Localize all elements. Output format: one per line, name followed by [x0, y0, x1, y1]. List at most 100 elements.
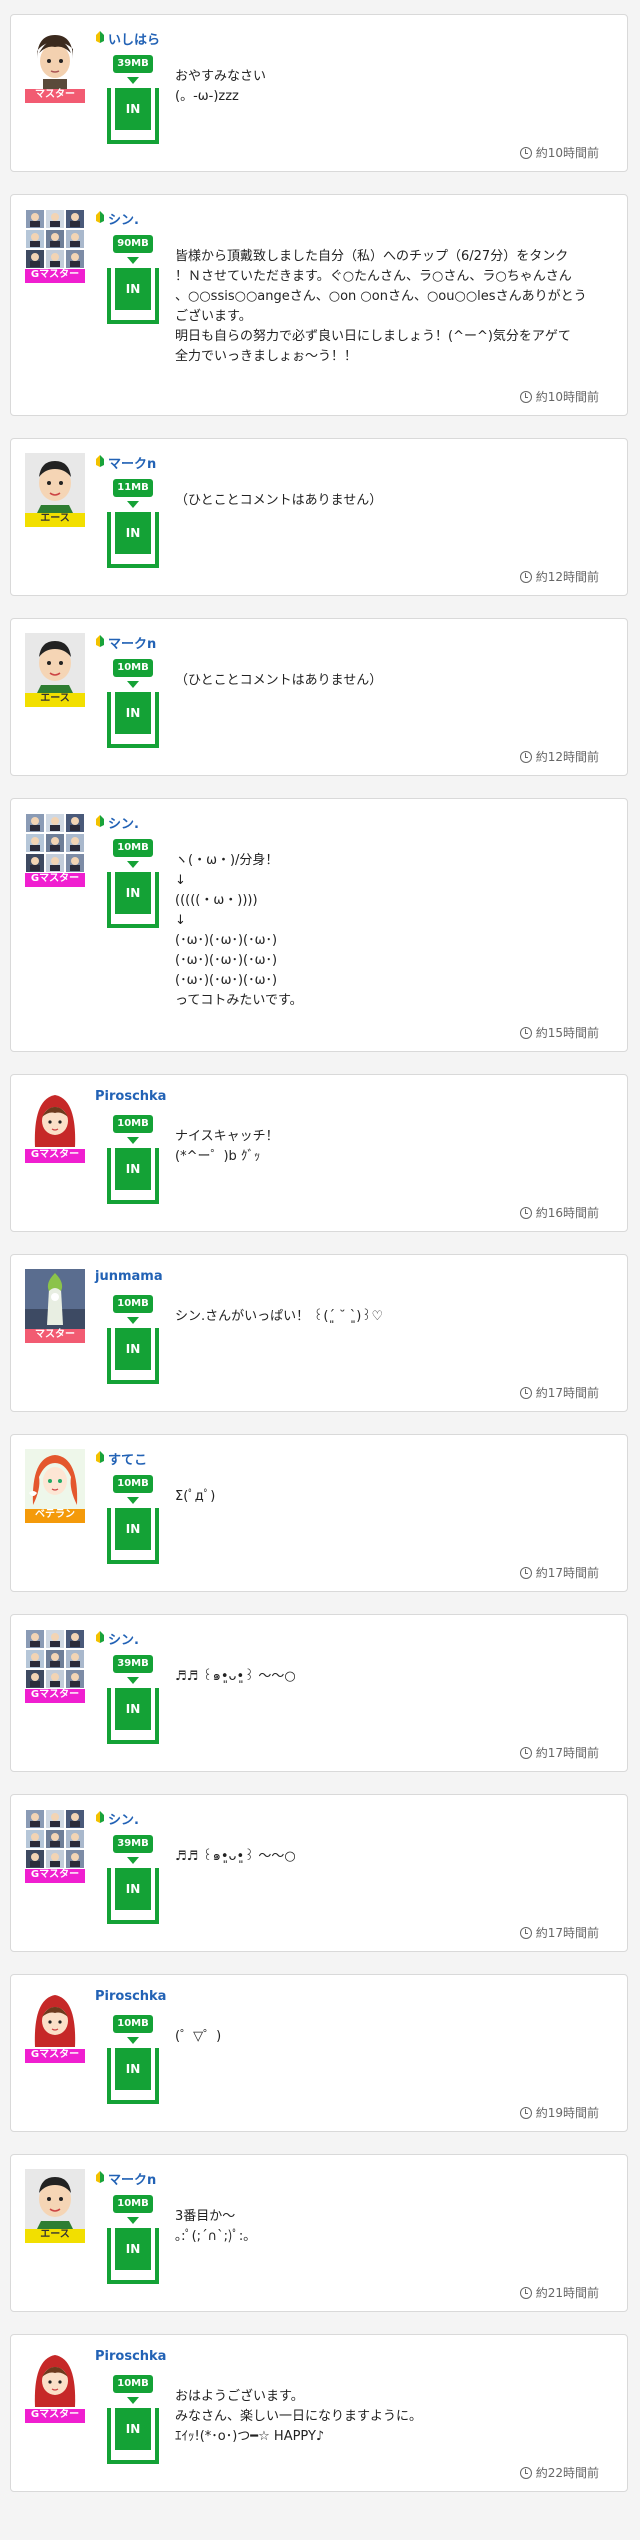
beginner-leaf-icon — [95, 1450, 105, 1468]
clock-icon — [519, 570, 532, 583]
user-name[interactable]: すてこ — [95, 1449, 147, 1468]
user-name-label[interactable]: Piroschka — [95, 1989, 166, 2004]
user-name-label[interactable]: シン. — [108, 209, 139, 228]
avatar[interactable] — [25, 2349, 85, 2409]
user-name[interactable]: シン. — [95, 1629, 139, 1648]
avatar[interactable] — [25, 1449, 85, 1509]
avatar[interactable] — [25, 813, 85, 873]
user-name[interactable]: シン. — [95, 813, 139, 832]
feed-card: マスター junmama 10MB IN シン.さんがいっぱい！ ꒰(ˊ͈ ˘ ˋ͈)꒱… — [10, 1254, 628, 1412]
down-arrow-icon — [127, 2397, 139, 2404]
avatar-block[interactable]: Gマスター — [25, 209, 85, 283]
avatar[interactable] — [25, 633, 85, 693]
in-tank-icon: IN — [107, 268, 159, 324]
clock-icon — [519, 1206, 532, 1219]
user-name-label[interactable]: Piroschka — [95, 2349, 166, 2364]
user-name-label[interactable]: マークn — [108, 453, 156, 472]
rank-badge: Gマスター — [25, 267, 85, 283]
rank-badge: マスター — [25, 1327, 85, 1343]
avatar[interactable] — [25, 209, 85, 269]
avatar-block[interactable]: ベテラン — [25, 1449, 85, 1523]
user-name[interactable]: junmama — [95, 1269, 163, 1284]
clock-icon — [519, 1566, 532, 1579]
comment-text: シン.さんがいっぱい！ ꒰(ˊ͈ ˘ ˋ͈)꒱♡ — [175, 1309, 384, 1324]
user-name[interactable]: シン. — [95, 209, 139, 228]
down-arrow-icon — [127, 1137, 139, 1144]
beginner-leaf-icon — [95, 1630, 105, 1648]
clock-icon — [519, 390, 532, 403]
mb-badge: 10MB — [113, 839, 153, 857]
avatar-block[interactable]: マスター — [25, 29, 85, 103]
user-name-label[interactable]: シン. — [108, 1629, 139, 1648]
in-label: IN — [115, 872, 151, 914]
comment-text: ヽ(・ω・)/分身！ ↓ (((((・ω・)))) ↓ (･ω･)(･ω･)(･… — [175, 853, 303, 1008]
mb-badge: 39MB — [113, 55, 153, 73]
user-name-label[interactable]: シン. — [108, 1809, 139, 1828]
user-name[interactable]: Piroschka — [95, 1989, 166, 2004]
in-label: IN — [115, 1148, 151, 1190]
down-arrow-icon — [127, 2037, 139, 2044]
user-name-label[interactable]: マークn — [108, 2169, 156, 2188]
in-tank-icon: IN — [107, 2228, 159, 2284]
user-name[interactable]: シン. — [95, 1809, 139, 1828]
avatar-block[interactable]: Gマスター — [25, 2349, 85, 2423]
mb-badge: 90MB — [113, 235, 153, 253]
user-name-label[interactable]: すてこ — [108, 1449, 147, 1468]
avatar[interactable] — [25, 453, 85, 513]
rank-badge: マスター — [25, 87, 85, 103]
feed-card: エース マークn 10MB IN （ひとことコメントはありません） 約12時間前 — [10, 618, 628, 776]
rank-badge: ベテラン — [25, 1507, 85, 1523]
avatar-block[interactable]: Gマスター — [25, 1989, 85, 2063]
user-name[interactable]: Piroschka — [95, 2349, 166, 2364]
avatar-block[interactable]: Gマスター — [25, 813, 85, 887]
clock-icon — [519, 146, 532, 159]
down-arrow-icon — [127, 1317, 139, 1324]
mb-badge: 10MB — [113, 1295, 153, 1313]
down-arrow-icon — [127, 1497, 139, 1504]
mb-badge: 39MB — [113, 1655, 153, 1673]
avatar[interactable] — [25, 1269, 85, 1329]
avatar-block[interactable]: Gマスター — [25, 1809, 85, 1883]
timestamp-label: 約10時間前 — [535, 390, 599, 404]
chip-in-column: 10MB IN — [103, 2195, 163, 2284]
chip-in-column: 10MB IN — [103, 2375, 163, 2464]
avatar[interactable] — [25, 1989, 85, 2049]
user-name[interactable]: マークn — [95, 2169, 156, 2188]
in-tank-icon: IN — [107, 692, 159, 748]
timestamp-label: 約15時間前 — [535, 1026, 599, 1040]
avatar[interactable] — [25, 1809, 85, 1869]
user-name[interactable]: Piroschka — [95, 1089, 166, 1104]
user-name-label[interactable]: マークn — [108, 633, 156, 652]
in-label: IN — [115, 1508, 151, 1550]
rank-badge: エース — [25, 2227, 85, 2243]
comment-text: 3番目か〜 ｡:ﾟ(;´∩`;)ﾟ:｡ — [175, 2209, 250, 2244]
mb-badge: 11MB — [113, 479, 153, 497]
timestamp-label: 約21時間前 — [535, 2286, 599, 2300]
clock-icon — [519, 1926, 532, 1939]
avatar[interactable] — [25, 1089, 85, 1149]
user-name-label[interactable]: Piroschka — [95, 1089, 166, 1104]
avatar[interactable] — [25, 2169, 85, 2229]
avatar-block[interactable]: エース — [25, 633, 85, 707]
avatar-block[interactable]: エース — [25, 2169, 85, 2243]
user-name[interactable]: マークn — [95, 453, 156, 472]
in-tank-icon: IN — [107, 1868, 159, 1924]
avatar-block[interactable]: Gマスター — [25, 1089, 85, 1163]
avatar[interactable] — [25, 29, 85, 89]
mb-badge: 10MB — [113, 1475, 153, 1493]
feed-card: Gマスター シン. 39MB IN ♬♬ ꒰๑•͈ᴗ•͈꒱ 〜〜○ 約17時間前 — [10, 1794, 628, 1952]
comment-text: 皆様から頂戴致しました自分（私）へのチップ（6/27分）をタンク ！Ｎさせていた… — [175, 249, 587, 364]
beginner-leaf-icon — [95, 30, 105, 48]
user-name[interactable]: いしはら — [95, 29, 160, 48]
user-name-label[interactable]: junmama — [95, 1269, 163, 1284]
feed-card: エース マークn 10MB IN 3番目か〜 ｡:ﾟ(;´∩`;)ﾟ:｡ 約21時間前 — [10, 2154, 628, 2312]
avatar-block[interactable]: エース — [25, 453, 85, 527]
comment-text: ♬♬ ꒰๑•͈ᴗ•͈꒱ 〜〜○ — [175, 1849, 296, 1864]
user-name-label[interactable]: シン. — [108, 813, 139, 832]
avatar-block[interactable]: マスター — [25, 1269, 85, 1343]
user-name[interactable]: マークn — [95, 633, 156, 652]
in-label: IN — [115, 2048, 151, 2090]
user-name-label[interactable]: いしはら — [108, 29, 160, 48]
avatar[interactable] — [25, 1629, 85, 1689]
avatar-block[interactable]: Gマスター — [25, 1629, 85, 1703]
